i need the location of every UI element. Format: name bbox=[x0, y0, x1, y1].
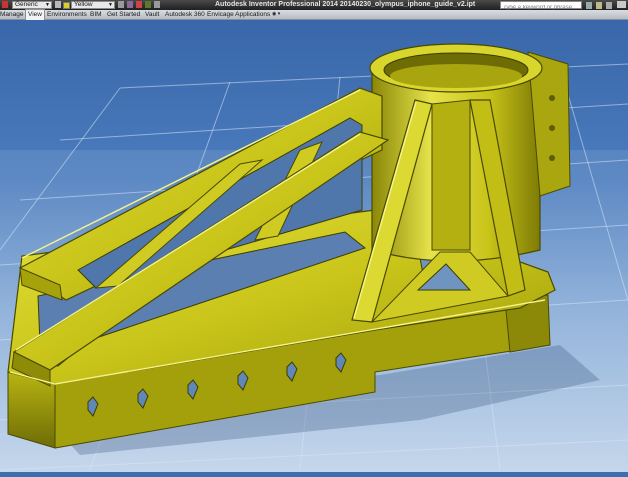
clear-override-icon[interactable] bbox=[118, 1, 124, 8]
binoculars-icon[interactable] bbox=[586, 2, 592, 9]
material-icon[interactable] bbox=[55, 1, 61, 8]
help-search-box[interactable] bbox=[500, 1, 585, 11]
tab-vault[interactable]: Vault bbox=[145, 10, 159, 19]
window-title: Autodesk Inventor Professional 2014 2014… bbox=[215, 1, 476, 8]
design-doctor-icon[interactable] bbox=[145, 1, 151, 8]
viewcube-home-icon[interactable] bbox=[4, 21, 12, 28]
ribbon-tab-bar: Manage View Environments BIM Get Started… bbox=[0, 9, 628, 20]
color-dropdown-value: Yellow bbox=[74, 1, 93, 8]
chevron-down-icon: ▼ bbox=[108, 2, 113, 8]
tab-envicage-applications[interactable]: Envicage Applications bbox=[207, 10, 270, 19]
tab-get-started[interactable]: Get Started bbox=[107, 10, 140, 19]
chevron-down-icon: ▼ bbox=[45, 2, 50, 8]
color-dropdown[interactable]: Yellow ▼ bbox=[71, 1, 115, 9]
customize-icon[interactable] bbox=[154, 1, 160, 8]
clear-icon[interactable] bbox=[136, 1, 142, 8]
graphics-window[interactable] bbox=[0, 20, 628, 472]
favorites-icon[interactable] bbox=[596, 2, 602, 9]
model-viewport bbox=[0, 20, 628, 472]
appearance-dropdown-value: Generic bbox=[15, 1, 38, 8]
help-icon[interactable] bbox=[606, 2, 612, 9]
chevron-down-icon[interactable]: ◉ ▾ bbox=[272, 10, 280, 19]
tab-bim[interactable]: BIM bbox=[90, 10, 102, 19]
appearance-dropdown[interactable]: Generic ▼ bbox=[12, 1, 52, 9]
app-icon[interactable] bbox=[2, 1, 8, 8]
tab-view[interactable]: View bbox=[25, 9, 45, 20]
tab-manage[interactable]: Manage bbox=[0, 10, 24, 19]
tab-autodesk-360[interactable]: Autodesk 360 bbox=[165, 10, 205, 19]
rib-web bbox=[431, 99, 471, 251]
tab-environments[interactable]: Environments bbox=[47, 10, 87, 19]
title-bar: Generic ▼ Yellow ▼ Autodesk Inventor Pro… bbox=[0, 0, 628, 11]
color-swatch-icon bbox=[63, 2, 70, 9]
close-icon[interactable] bbox=[617, 1, 626, 8]
cylinder-bore-inner bbox=[390, 64, 522, 88]
adjust-icon[interactable] bbox=[127, 1, 133, 8]
